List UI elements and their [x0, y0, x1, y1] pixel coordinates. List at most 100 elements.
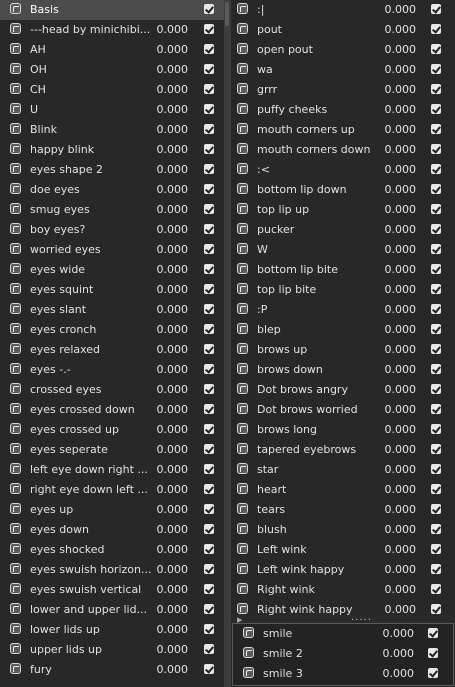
mute-checkbox[interactable]: [431, 344, 441, 354]
shape-key-name[interactable]: right eye down left ...: [30, 483, 162, 497]
mute-checkbox[interactable]: [431, 24, 441, 34]
shape-key-value[interactable]: 0.000: [376, 283, 417, 297]
mute-checkbox[interactable]: [431, 144, 441, 154]
mute-checkbox[interactable]: [204, 164, 214, 174]
mute-checkbox[interactable]: [204, 384, 214, 394]
mute-checkbox[interactable]: [204, 484, 214, 494]
shape-key-name[interactable]: eyes relaxed: [30, 343, 162, 357]
mute-checkbox[interactable]: [204, 304, 214, 314]
mute-checkbox[interactable]: [204, 24, 214, 34]
shape-key-row[interactable]: lower lids up 0.000: [0, 620, 224, 640]
shape-key-row[interactable]: pout 0.000: [231, 20, 455, 40]
shape-key-name[interactable]: lower and upper lid...: [30, 603, 162, 617]
shape-key-name[interactable]: eyes cronch: [30, 323, 162, 337]
mute-checkbox[interactable]: [431, 84, 441, 94]
shape-key-name[interactable]: eyes down: [30, 523, 162, 537]
shape-key-row[interactable]: lower and upper lid... 0.000: [0, 600, 224, 620]
shape-key-value[interactable]: 0.000: [148, 343, 189, 357]
shape-key-row[interactable]: eyes -.- 0.000: [0, 360, 224, 380]
shape-key-row[interactable]: worried eyes 0.000: [0, 240, 224, 260]
shape-key-value[interactable]: 0.000: [148, 583, 189, 597]
shape-key-row[interactable]: OH 0.000: [0, 60, 224, 80]
mute-checkbox[interactable]: [431, 444, 441, 454]
shape-key-value[interactable]: 0.000: [148, 363, 189, 377]
mute-checkbox[interactable]: [428, 648, 438, 658]
mute-checkbox[interactable]: [204, 4, 214, 14]
mute-checkbox[interactable]: [431, 304, 441, 314]
mute-checkbox[interactable]: [431, 104, 441, 114]
mute-checkbox[interactable]: [431, 204, 441, 214]
shape-key-value[interactable]: 0.000: [376, 163, 417, 177]
shape-key-name[interactable]: OH: [30, 63, 162, 77]
shape-key-name[interactable]: eyes shocked: [30, 543, 162, 557]
mute-checkbox[interactable]: [204, 544, 214, 554]
shape-key-value[interactable]: 0.000: [148, 403, 189, 417]
shape-key-name[interactable]: bottom lip bite: [257, 263, 375, 277]
mute-checkbox[interactable]: [204, 204, 214, 214]
shape-key-value[interactable]: 0.000: [148, 223, 189, 237]
shape-key-value[interactable]: 0.000: [148, 643, 189, 657]
shape-key-row[interactable]: bottom lip down 0.000: [231, 180, 455, 200]
shape-key-name[interactable]: fury: [30, 663, 162, 677]
shape-key-name[interactable]: blush: [257, 523, 375, 537]
shape-key-row[interactable]: smug eyes 0.000: [0, 200, 224, 220]
shape-key-row[interactable]: eyes crossed down 0.000: [0, 400, 224, 420]
mute-checkbox[interactable]: [431, 544, 441, 554]
shape-key-name[interactable]: worried eyes: [30, 243, 162, 257]
mute-checkbox[interactable]: [431, 464, 441, 474]
shape-key-name[interactable]: eyes crossed up: [30, 423, 162, 437]
shape-key-name[interactable]: eyes swuish horizon...: [30, 563, 162, 577]
shape-key-name[interactable]: puffy cheeks: [257, 103, 375, 117]
shape-key-row[interactable]: eyes up 0.000: [0, 500, 224, 520]
shape-key-value[interactable]: 0.000: [376, 143, 417, 157]
shape-key-row[interactable]: Left wink 0.000: [231, 540, 455, 560]
shape-key-row[interactable]: Right wink 0.000: [231, 580, 455, 600]
mute-checkbox[interactable]: [431, 124, 441, 134]
shape-key-row[interactable]: eyes relaxed 0.000: [0, 340, 224, 360]
shape-key-value[interactable]: 0.000: [148, 183, 189, 197]
mute-checkbox[interactable]: [204, 444, 214, 454]
mute-checkbox[interactable]: [431, 284, 441, 294]
shape-key-row[interactable]: blush 0.000: [231, 520, 455, 540]
mute-checkbox[interactable]: [204, 424, 214, 434]
shape-key-value[interactable]: 0.000: [376, 583, 417, 597]
shape-key-value[interactable]: 0.000: [148, 263, 189, 277]
shape-key-row[interactable]: fury 0.000: [0, 660, 224, 680]
shape-key-row[interactable]: top lip up 0.000: [231, 200, 455, 220]
mute-checkbox[interactable]: [431, 404, 441, 414]
shape-key-value[interactable]: 0.000: [376, 483, 417, 497]
shape-key-name[interactable]: ---head by minichibi...: [30, 23, 162, 37]
shape-key-name[interactable]: top lip up: [257, 203, 375, 217]
shape-key-value[interactable]: 0.000: [376, 563, 417, 577]
shape-key-value[interactable]: 0.000: [148, 163, 189, 177]
shape-key-value[interactable]: 0.000: [376, 43, 417, 57]
shape-key-row[interactable]: mouth corners down 0.000: [231, 140, 455, 160]
shape-key-name[interactable]: open pout: [257, 43, 375, 57]
mute-checkbox[interactable]: [204, 584, 214, 594]
shape-key-value[interactable]: 0.000: [148, 283, 189, 297]
shape-key-name[interactable]: Left wink: [257, 543, 375, 557]
shape-key-value[interactable]: 0.000: [148, 523, 189, 537]
mute-checkbox[interactable]: [204, 624, 214, 634]
scrollbar[interactable]: [225, 2, 229, 26]
shape-key-value[interactable]: 0.000: [376, 103, 417, 117]
shape-key-value[interactable]: 0.000: [376, 203, 417, 217]
shape-key-name[interactable]: smile 3: [263, 667, 373, 681]
shape-key-value[interactable]: 0.000: [148, 383, 189, 397]
shape-key-name[interactable]: Blink: [30, 123, 162, 137]
shape-key-value[interactable]: 0.000: [148, 123, 189, 137]
mute-checkbox[interactable]: [428, 628, 438, 638]
mute-checkbox[interactable]: [204, 284, 214, 294]
shape-key-value[interactable]: 0.000: [376, 343, 417, 357]
shape-key-row[interactable]: eyes cronch 0.000: [0, 320, 224, 340]
shape-key-value[interactable]: 0.000: [148, 623, 189, 637]
shape-key-row[interactable]: pucker 0.000: [231, 220, 455, 240]
shape-key-name[interactable]: wa: [257, 63, 375, 77]
mute-checkbox[interactable]: [431, 384, 441, 394]
shape-key-value[interactable]: 0.000: [376, 443, 417, 457]
mute-checkbox[interactable]: [431, 424, 441, 434]
mute-checkbox[interactable]: [204, 224, 214, 234]
shape-key-row[interactable]: eyes shocked 0.000: [0, 540, 224, 560]
shape-key-name[interactable]: boy eyes?: [30, 223, 162, 237]
mute-checkbox[interactable]: [431, 604, 441, 614]
